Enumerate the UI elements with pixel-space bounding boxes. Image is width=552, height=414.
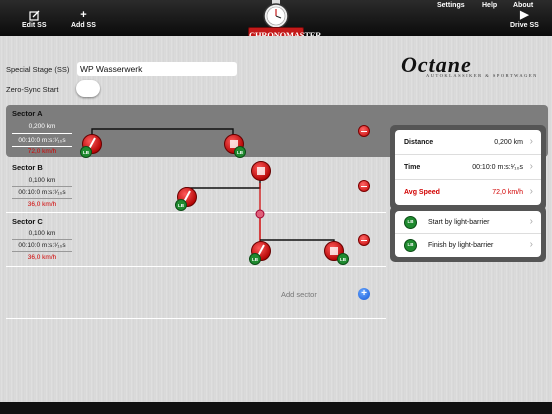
svg-text:LB: LB (237, 150, 244, 155)
time-value: 00:10:0 m:s:¹⁄₁₀s (472, 164, 523, 171)
svg-text:LB: LB (178, 203, 185, 208)
chevron-right-icon: › (529, 161, 533, 172)
junction-icon (255, 209, 265, 219)
start-light-barrier-label: Start by light-barrier (428, 219, 490, 226)
time-row[interactable]: Time 00:10:0 m:s:¹⁄₁₀s › (395, 155, 541, 180)
distance-row[interactable]: Distance 0,200 km › (395, 130, 541, 155)
sector-a-finish-node-icon[interactable]: LB (222, 133, 248, 159)
sector-a-start-node-icon[interactable]: LB (80, 133, 106, 159)
finish-light-barrier-row[interactable]: LB Finish by light-barrier › (395, 234, 541, 257)
start-light-barrier-row[interactable]: LB Start by light-barrier › (395, 211, 541, 234)
svg-text:LB: LB (340, 257, 347, 262)
light-barrier-panel: LB Start by light-barrier › LB Finish by… (390, 206, 546, 262)
finish-light-barrier-label: Finish by light-barrier (428, 242, 494, 249)
chevron-right-icon: › (529, 136, 533, 147)
light-barrier-icon: LB (404, 239, 417, 252)
chevron-right-icon: › (529, 239, 533, 250)
about-link[interactable]: About (513, 2, 533, 9)
sector-details-panel: Distance 0,200 km › Time 00:10:0 m:s:¹⁄₁… (390, 125, 546, 210)
chevron-right-icon: › (529, 186, 533, 197)
sector-c-finish-node-icon[interactable]: LB (322, 240, 350, 266)
help-link[interactable]: Help (482, 2, 497, 9)
avg-speed-label: Avg Speed (404, 189, 440, 196)
sector-b-start-node-icon[interactable]: LB (175, 186, 201, 212)
svg-text:LB: LB (252, 257, 259, 262)
settings-link[interactable]: Settings (437, 2, 465, 9)
sector-b-finish-node-icon[interactable] (250, 160, 274, 184)
distance-label: Distance (404, 139, 434, 146)
avg-speed-row[interactable]: Avg Speed 72,0 km/h › (395, 180, 541, 205)
distance-value: 0,200 km (494, 139, 523, 146)
avg-speed-value: 72,0 km/h (492, 189, 523, 196)
bottom-bar (0, 402, 552, 414)
time-label: Time (404, 164, 421, 171)
svg-text:LB: LB (83, 150, 90, 155)
sector-c-start-node-icon[interactable]: LB (249, 240, 275, 266)
chevron-right-icon: › (529, 216, 533, 227)
light-barrier-icon: LB (404, 216, 417, 229)
